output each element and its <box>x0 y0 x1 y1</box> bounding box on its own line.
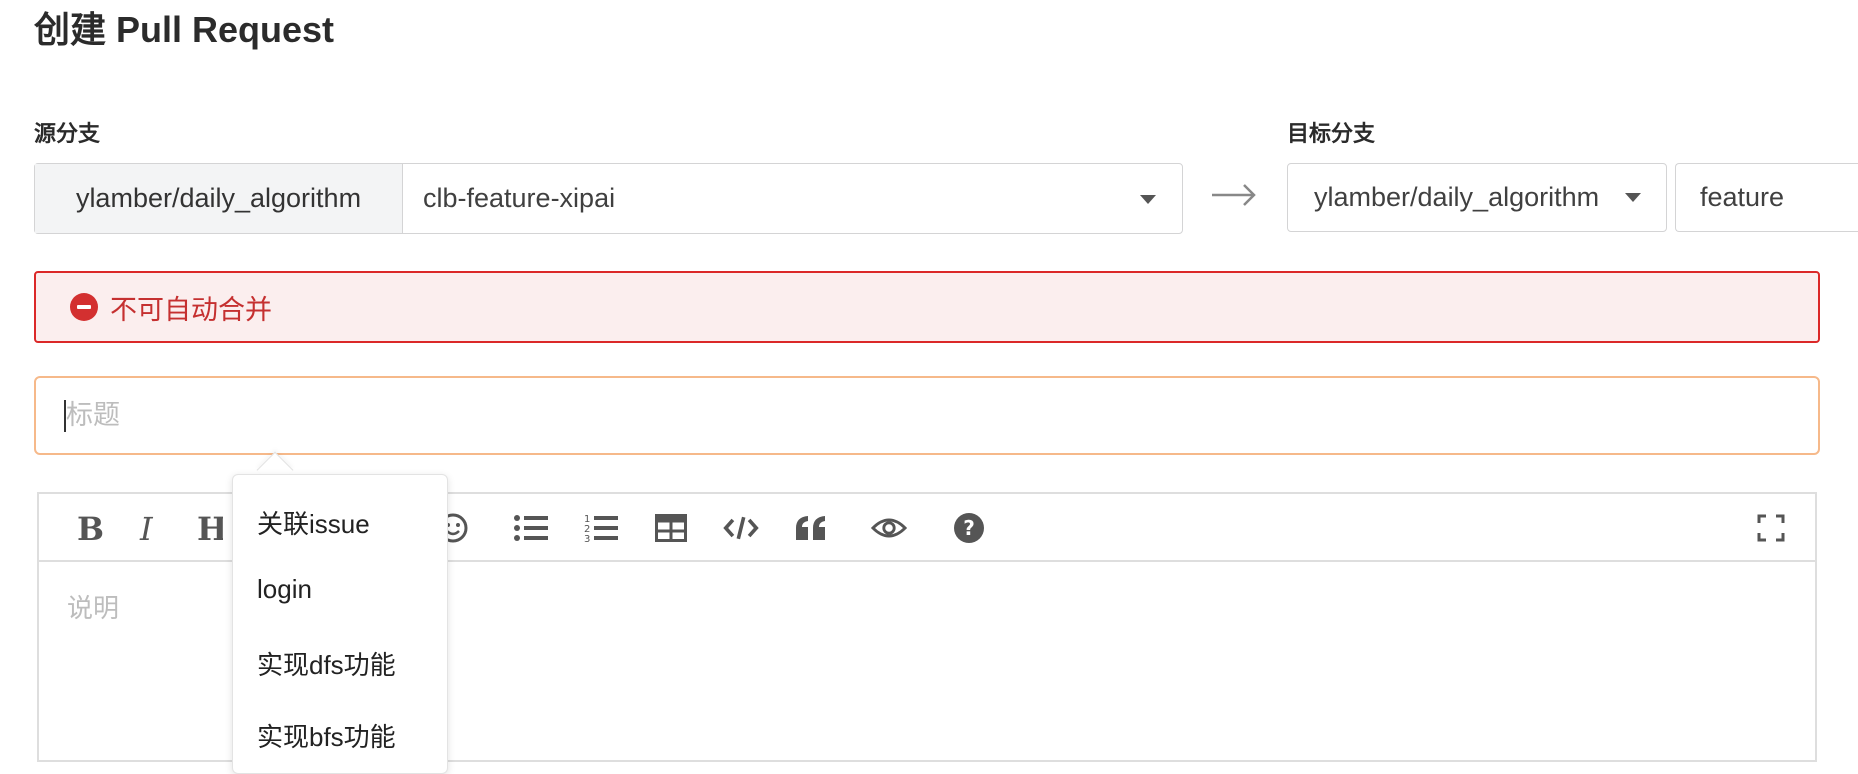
description-placeholder: 说明 <box>67 593 120 623</box>
quote-icon[interactable] <box>793 510 829 546</box>
source-branch-dropdown[interactable]: clb-feature-xipai <box>403 164 1182 233</box>
source-branch-value: clb-feature-xipai <box>423 183 616 213</box>
target-repo-value: ylamber/daily_algorithm <box>1314 182 1600 212</box>
code-icon[interactable] <box>723 510 759 546</box>
unordered-list-icon[interactable] <box>513 510 549 546</box>
source-repo-label: ylamber/daily_algorithm <box>35 164 403 233</box>
text-cursor <box>64 400 66 432</box>
table-icon[interactable] <box>653 510 689 546</box>
page-title: 创建 Pull Request <box>34 9 335 50</box>
svg-text:B: B <box>77 512 103 544</box>
chevron-down-icon <box>1140 195 1156 204</box>
dropdown-item-dfs[interactable]: 实现dfs功能 <box>257 645 396 682</box>
svg-text:H: H <box>197 512 223 544</box>
italic-icon[interactable]: I <box>131 510 167 546</box>
source-branch-label: 源分支 <box>34 121 101 146</box>
mention-dropdown: 关联issue login 实现dfs功能 实现bfs功能 <box>232 474 448 774</box>
minus-circle-icon <box>70 293 98 321</box>
target-branch-dropdown[interactable]: feature <box>1675 163 1858 232</box>
source-branch-selector: ylamber/daily_algorithm clb-feature-xipa… <box>34 163 1183 234</box>
dropdown-item-login[interactable]: login <box>257 574 312 605</box>
target-branch-value: feature <box>1700 182 1785 212</box>
svg-text:3: 3 <box>584 534 590 543</box>
title-input[interactable] <box>34 376 1820 455</box>
dropdown-item-link-issue[interactable]: 关联issue <box>257 504 370 541</box>
ordered-list-icon[interactable]: 123 <box>583 510 619 546</box>
svg-text:I: I <box>139 512 154 544</box>
heading-icon[interactable]: H <box>191 510 227 546</box>
alert-text: 不可自动合并 <box>110 294 272 325</box>
chevron-down-icon <box>1625 193 1641 202</box>
target-branch-label: 目标分支 <box>1287 121 1376 146</box>
target-repo-dropdown[interactable]: ylamber/daily_algorithm <box>1287 163 1667 232</box>
svg-text:?: ? <box>963 516 975 540</box>
bold-icon[interactable]: B <box>71 510 107 546</box>
merge-conflict-alert: 不可自动合并 <box>34 271 1820 343</box>
dropdown-item-bfs[interactable]: 实现bfs功能 <box>257 717 396 754</box>
arrow-right-icon <box>1212 184 1256 206</box>
preview-icon[interactable] <box>871 510 907 546</box>
fullscreen-icon[interactable] <box>1753 510 1789 546</box>
help-icon[interactable]: ? <box>951 510 987 546</box>
